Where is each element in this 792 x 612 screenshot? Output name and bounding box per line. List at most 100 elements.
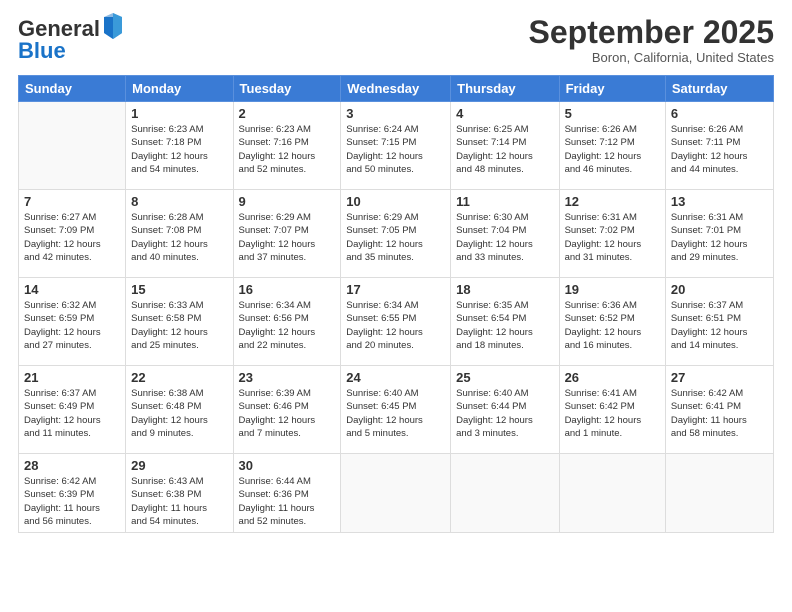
cell-content: Sunrise: 6:30 AMSunset: 7:04 PMDaylight:… [456,211,553,264]
calendar-cell: 6 Sunrise: 6:26 AMSunset: 7:11 PMDaylight… [665,102,773,190]
col-wednesday: Wednesday [341,76,451,102]
calendar-cell: 16Sunrise: 6:34 AMSunset: 6:56 PMDayligh… [233,278,341,366]
week-row-3: 14 Sunrise: 6:32 AMSunset: 6:59 PMDayligh… [19,278,774,366]
page: General Blue September 2025 Boron, Calif… [0,0,792,612]
cell-content: Sunrise: 6:40 AMSunset: 6:45 PMDaylight:… [346,387,445,440]
day-number: 29 [131,458,227,473]
week-row-5: 28 Sunrise: 6:42 AMSunset: 6:39 PMDayligh… [19,454,774,533]
calendar-cell: 22Sunrise: 6:38 AMSunset: 6:48 PMDayligh… [126,366,233,454]
day-number: 20 [671,282,768,297]
col-tuesday: Tuesday [233,76,341,102]
cell-content: Sunrise: 6:26 AMSunset: 7:11 PMDaylight:… [671,123,768,176]
week-row-4: 21 Sunrise: 6:37 AMSunset: 6:49 PMDayligh… [19,366,774,454]
cell-content: Sunrise: 6:29 AMSunset: 7:07 PMDaylight:… [239,211,336,264]
day-number: 7 [24,194,120,209]
calendar-cell: 7 Sunrise: 6:27 AMSunset: 7:09 PMDaylight… [19,190,126,278]
cell-content: Sunrise: 6:37 AMSunset: 6:49 PMDaylight:… [24,387,120,440]
col-friday: Friday [559,76,665,102]
day-number: 10 [346,194,445,209]
day-number: 17 [346,282,445,297]
cell-content: Sunrise: 6:44 AMSunset: 6:36 PMDaylight:… [239,475,336,528]
calendar-cell: 3 Sunrise: 6:24 AMSunset: 7:15 PMDaylight… [341,102,451,190]
cell-content: Sunrise: 6:40 AMSunset: 6:44 PMDaylight:… [456,387,553,440]
calendar-cell: 2 Sunrise: 6:23 AMSunset: 7:16 PMDaylight… [233,102,341,190]
calendar-cell: 8Sunrise: 6:28 AMSunset: 7:08 PMDaylight… [126,190,233,278]
day-number: 24 [346,370,445,385]
col-thursday: Thursday [451,76,559,102]
day-number: 15 [131,282,227,297]
col-monday: Monday [126,76,233,102]
calendar-cell: 1Sunrise: 6:23 AMSunset: 7:18 PMDaylight… [126,102,233,190]
subtitle: Boron, California, United States [529,50,774,65]
day-number: 2 [239,106,336,121]
calendar-cell: 21 Sunrise: 6:37 AMSunset: 6:49 PMDayligh… [19,366,126,454]
calendar-cell: 15 Sunrise: 6:33 AMSunset: 6:58 PMDayligh… [126,278,233,366]
col-saturday: Saturday [665,76,773,102]
day-number: 23 [239,370,336,385]
day-number: 1 [131,106,227,121]
calendar: Sunday Monday Tuesday Wednesday Thursday… [18,75,774,533]
logo: General Blue [18,15,124,63]
calendar-cell: 27 Sunrise: 6:42 AMSunset: 6:41 PMDayligh… [665,366,773,454]
calendar-cell [665,454,773,533]
day-number: 3 [346,106,445,121]
day-number: 16 [239,282,336,297]
calendar-cell [341,454,451,533]
cell-content: Sunrise: 6:24 AMSunset: 7:15 PMDaylight:… [346,123,445,176]
day-number: 6 [671,106,768,121]
cell-content: Sunrise: 6:39 AMSunset: 6:46 PMDaylight:… [239,387,336,440]
day-number: 4 [456,106,553,121]
day-number: 21 [24,370,120,385]
col-sunday: Sunday [19,76,126,102]
calendar-cell: 5 Sunrise: 6:26 AMSunset: 7:12 PMDaylight… [559,102,665,190]
calendar-cell [451,454,559,533]
cell-content: Sunrise: 6:26 AMSunset: 7:12 PMDaylight:… [565,123,660,176]
header: General Blue September 2025 Boron, Calif… [18,15,774,65]
logo-blue: Blue [18,38,66,63]
calendar-cell: 29 Sunrise: 6:43 AMSunset: 6:38 PMDayligh… [126,454,233,533]
month-title: September 2025 [529,15,774,50]
cell-content: Sunrise: 6:42 AMSunset: 6:39 PMDaylight:… [24,475,120,528]
calendar-cell: 20 Sunrise: 6:37 AMSunset: 6:51 PMDayligh… [665,278,773,366]
calendar-cell: 30 Sunrise: 6:44 AMSunset: 6:36 PMDayligh… [233,454,341,533]
calendar-cell [559,454,665,533]
cell-content: Sunrise: 6:43 AMSunset: 6:38 PMDaylight:… [131,475,227,528]
calendar-cell: 4 Sunrise: 6:25 AMSunset: 7:14 PMDaylight… [451,102,559,190]
calendar-cell: 13Sunrise: 6:31 AMSunset: 7:01 PMDayligh… [665,190,773,278]
week-row-1: 1Sunrise: 6:23 AMSunset: 7:18 PMDaylight… [19,102,774,190]
cell-content: Sunrise: 6:37 AMSunset: 6:51 PMDaylight:… [671,299,768,352]
cell-content: Sunrise: 6:32 AMSunset: 6:59 PMDaylight:… [24,299,120,352]
week-row-2: 7 Sunrise: 6:27 AMSunset: 7:09 PMDaylight… [19,190,774,278]
calendar-cell: 26Sunrise: 6:41 AMSunset: 6:42 PMDayligh… [559,366,665,454]
title-block: September 2025 Boron, California, United… [529,15,774,65]
calendar-cell [19,102,126,190]
calendar-cell: 12Sunrise: 6:31 AMSunset: 7:02 PMDayligh… [559,190,665,278]
cell-content: Sunrise: 6:35 AMSunset: 6:54 PMDaylight:… [456,299,553,352]
cell-content: Sunrise: 6:34 AMSunset: 6:55 PMDaylight:… [346,299,445,352]
cell-content: Sunrise: 6:29 AMSunset: 7:05 PMDaylight:… [346,211,445,264]
calendar-cell: 18 Sunrise: 6:35 AMSunset: 6:54 PMDayligh… [451,278,559,366]
day-number: 30 [239,458,336,473]
calendar-cell: 23 Sunrise: 6:39 AMSunset: 6:46 PMDayligh… [233,366,341,454]
day-number: 14 [24,282,120,297]
day-number: 11 [456,194,553,209]
cell-content: Sunrise: 6:23 AMSunset: 7:16 PMDaylight:… [239,123,336,176]
day-number: 5 [565,106,660,121]
calendar-cell: 24 Sunrise: 6:40 AMSunset: 6:45 PMDayligh… [341,366,451,454]
day-number: 25 [456,370,553,385]
day-number: 8 [131,194,227,209]
day-number: 27 [671,370,768,385]
header-row: Sunday Monday Tuesday Wednesday Thursday… [19,76,774,102]
day-number: 18 [456,282,553,297]
day-number: 22 [131,370,227,385]
day-number: 9 [239,194,336,209]
cell-content: Sunrise: 6:31 AMSunset: 7:01 PMDaylight:… [671,211,768,264]
cell-content: Sunrise: 6:27 AMSunset: 7:09 PMDaylight:… [24,211,120,264]
cell-content: Sunrise: 6:42 AMSunset: 6:41 PMDaylight:… [671,387,768,440]
cell-content: Sunrise: 6:31 AMSunset: 7:02 PMDaylight:… [565,211,660,264]
calendar-cell: 19Sunrise: 6:36 AMSunset: 6:52 PMDayligh… [559,278,665,366]
cell-content: Sunrise: 6:33 AMSunset: 6:58 PMDaylight:… [131,299,227,352]
cell-content: Sunrise: 6:25 AMSunset: 7:14 PMDaylight:… [456,123,553,176]
day-number: 19 [565,282,660,297]
day-number: 28 [24,458,120,473]
